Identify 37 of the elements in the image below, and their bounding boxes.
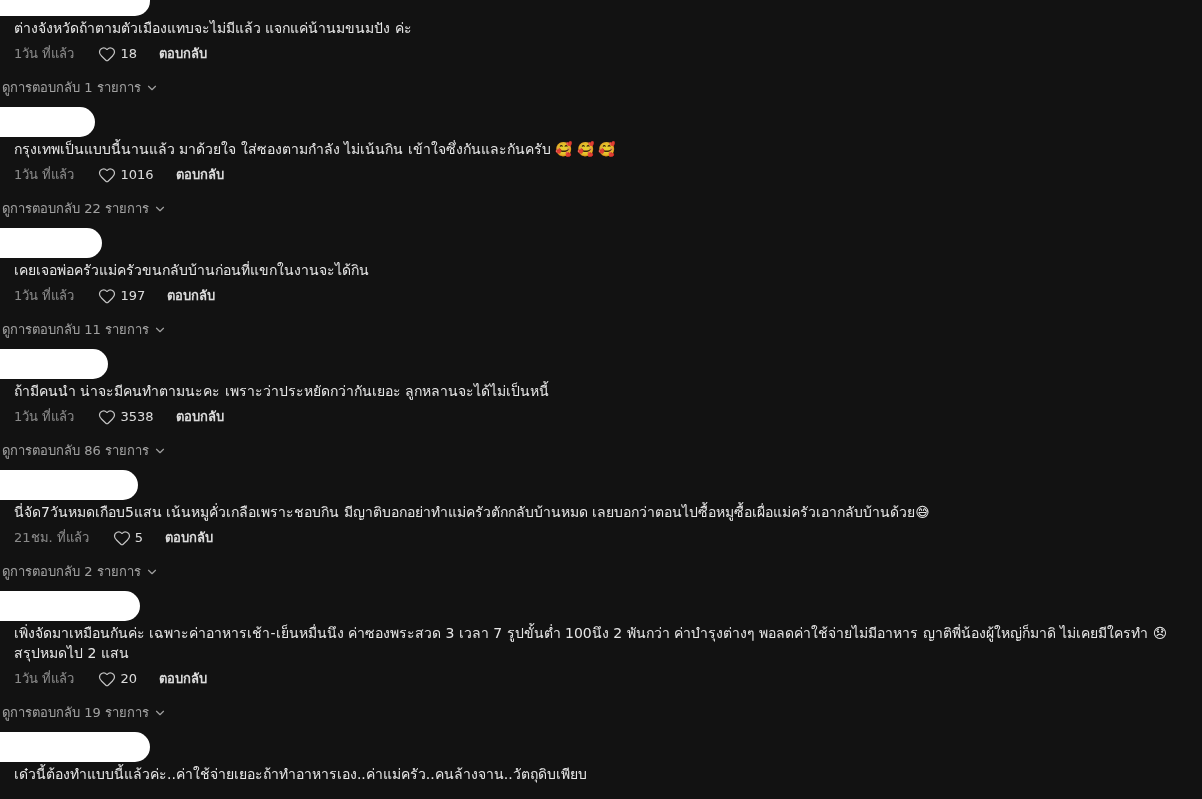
comment-text: ต่างจังหวัดถ้าตามตัวเมืองแทบจะไม่มีแล้ว แจกแค่น้านมขนมปัง ค่ะ [13, 19, 413, 38]
comment-time: 1วัน ที่แล้ว [14, 669, 75, 689]
comment-text: เพิ่งจัดมาเหมือนกันค่ะ เฉพาะค่าอาหารเช้า-เย็นหมื่นนึง ค่าซองพระสวด 3 เวลา 7 รูปขั้นต่ำ 100นึง 2 พันกว่า ค่าบำรุงต่างๆ พอลดค่าใช้จ่ายไม่มีอาหาร ญาติพี่น้องผู้ใหญ่ก็มาดิ ไม่เคยมีใครทำ 😞 สรุปหมดไป 2 แสน [13, 623, 1169, 663]
comment-time: 1วัน ที่แล้ว [14, 407, 75, 427]
view-replies-button[interactable]: ดูการตอบกลับ 86 รายการ [0, 440, 167, 462]
like-button[interactable]: 18 [98, 44, 137, 64]
heart-icon [98, 166, 117, 184]
view-replies-button[interactable]: ดูการตอบกลับ 11 รายการ [0, 319, 167, 341]
reply-link[interactable]: ตอบกลับ [165, 528, 214, 548]
comment-time: 1วัน ที่แล้ว [14, 286, 75, 306]
view-replies-button[interactable]: ดูการตอบกลับ 19 รายการ [0, 702, 167, 724]
reply-link[interactable]: ตอบกลับ [175, 165, 224, 185]
comment-text: เด๋วนี้ต้องทำแบบนี้แล้วค่ะ..ค่าใช้จ่ายเยอะถ้าทำอาหารเอง..ค่าแม่ครัว..คนล้างจาน..วัตถุดิบเพียบ [13, 764, 588, 784]
like-button[interactable]: 5 [112, 528, 144, 548]
heart-icon [98, 45, 117, 63]
like-button[interactable]: 1016 [98, 165, 154, 185]
comment-text: นี่จัด7วันหมดเกือบ5แสน เน้นหมูคั่วเกลือเพราะชอบกิน มีญาติบอกอย่าทำแม่ครัวตักกลับบ้านหมด เลยบอกว่าตอนไปซื้อหมูซื้อเผื่อแม่ครัวเอากลับบ้านด้วย😅 [13, 502, 931, 522]
view-replies-button[interactable]: ดูการตอบกลับ 2 รายการ [0, 561, 159, 583]
like-button[interactable]: 3538 [98, 407, 154, 427]
like-button[interactable]: 20 [98, 669, 137, 689]
reply-link[interactable]: ตอบกลับ [167, 286, 216, 306]
view-replies-button[interactable]: ดูการตอบกลับ 22 รายการ [0, 198, 167, 220]
like-button[interactable]: 197 [98, 286, 146, 306]
heart-icon [98, 408, 117, 426]
heart-icon [98, 670, 117, 688]
reply-link[interactable]: ตอบกลับ [158, 44, 207, 64]
comment-text: เคยเจอพ่อครัวแม่ครัวขนกลับบ้านก่อนที่แขกในงานจะได้กิน [13, 260, 370, 280]
comment-text: ถ้ามีคนนำ น่าจะมีคนทำตามนะคะ เพราะว่าประหยัดกว่ากันเยอะ ลูกหลานจะได้ไม่เป็นหนี้ [13, 381, 551, 401]
comment-time: 1วัน ที่แล้ว [14, 165, 75, 185]
view-replies-button[interactable]: ดูการตอบกลับ 1 รายการ [0, 77, 159, 99]
comment-text: กรุงเทพเป็นแบบนี้นานแล้ว มาด้วยใจ ใส่ซองตามกำลัง ไม่เน้นกิน เข้าใจซึ่งกันและกันครับ 🥰 🥰 🥰 [13, 139, 617, 159]
comment-time: 1วัน ที่แล้ว [14, 44, 75, 64]
reply-link[interactable]: ตอบกลับ [158, 669, 207, 689]
comment-time: 21ชม. ที่แล้ว [14, 528, 89, 548]
heart-icon [98, 287, 117, 305]
heart-icon [112, 529, 131, 547]
reply-link[interactable]: ตอบกลับ [175, 407, 224, 427]
